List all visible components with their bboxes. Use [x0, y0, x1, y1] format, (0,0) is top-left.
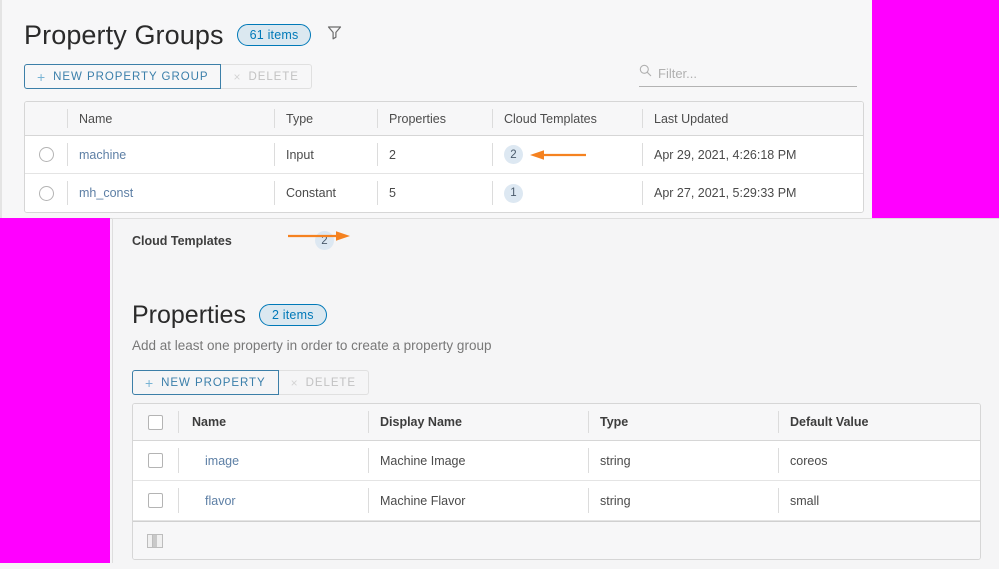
table-header-row: Name Display Name Type Default Value: [133, 404, 980, 441]
close-icon: ×: [233, 69, 242, 84]
row-select-cell: [25, 174, 67, 212]
cell-type: Constant: [274, 174, 377, 212]
delete-label: DELETE: [248, 70, 299, 83]
column-picker-icon[interactable]: [147, 533, 163, 548]
screen-root: Property Groups 61 items + NEW PROPERTY …: [0, 0, 999, 569]
table-row[interactable]: mh_const Constant 5 1 Apr 27, 2021, 5:29…: [25, 174, 863, 212]
table-header-row: Name Type Properties Cloud Templates Las…: [25, 102, 863, 136]
properties-table: Name Display Name Type Default Value ima…: [132, 403, 981, 560]
row-select-cell: [133, 481, 178, 520]
cloud-templates-summary: Cloud Templates 2: [113, 219, 999, 250]
properties-count-badge: 2 items: [258, 304, 327, 326]
table-row[interactable]: machine Input 2 2 Apr 29, 2021, 4:26:18 …: [25, 136, 863, 174]
filter-input[interactable]: [658, 65, 857, 81]
cell-default-value: coreos: [778, 441, 978, 480]
select-column-header: [25, 102, 67, 135]
bottom-background-strip: [0, 563, 999, 569]
cell-display-name: Machine Image: [368, 441, 588, 480]
column-header-type[interactable]: Type: [588, 404, 778, 440]
column-header-last-updated[interactable]: Last Updated: [642, 102, 862, 135]
table-row[interactable]: flavor Machine Flavor string small: [133, 481, 980, 521]
new-property-label: NEW PROPERTY: [161, 376, 266, 389]
cell-type: Input: [274, 136, 377, 173]
property-groups-table: Name Type Properties Cloud Templates Las…: [24, 101, 864, 213]
row-select-cell: [25, 136, 67, 173]
property-group-link[interactable]: machine: [79, 148, 126, 162]
cell-name: mh_const: [67, 174, 274, 212]
column-header-default-value[interactable]: Default Value: [778, 404, 978, 440]
cell-name: flavor: [178, 481, 368, 520]
column-header-name[interactable]: Name: [178, 404, 368, 440]
cell-properties: 2: [377, 136, 492, 173]
table-footer: [133, 521, 980, 559]
property-group-detail-panel: Cloud Templates 2 Properties 2 items Add…: [112, 218, 999, 563]
property-groups-panel: Property Groups 61 items + NEW PROPERTY …: [0, 0, 875, 219]
column-header-cloud-templates[interactable]: Cloud Templates: [492, 102, 642, 135]
cell-properties: 5: [377, 174, 492, 212]
row-radio-button[interactable]: [38, 185, 54, 201]
select-all-checkbox[interactable]: [148, 414, 163, 430]
cell-name: machine: [67, 136, 274, 173]
close-icon: ×: [290, 375, 299, 390]
column-header-name[interactable]: Name: [67, 102, 274, 135]
annotation-arrow-right-icon: [288, 229, 350, 241]
properties-header: Properties 2 items: [113, 250, 999, 330]
page-header: Property Groups 61 items: [2, 0, 874, 52]
new-property-group-button[interactable]: + NEW PROPERTY GROUP: [24, 64, 222, 89]
table-row[interactable]: image Machine Image string coreos: [133, 441, 980, 481]
magenta-occluder-right: [872, 0, 999, 218]
cell-type: string: [588, 481, 778, 520]
select-all-cell: [133, 404, 178, 440]
row-checkbox[interactable]: [148, 493, 163, 508]
search-icon: [639, 64, 652, 82]
plus-icon: +: [37, 68, 47, 85]
magenta-occluder-left: [0, 218, 110, 563]
property-link[interactable]: flavor: [205, 494, 236, 508]
properties-title: Properties: [132, 301, 246, 329]
page-title: Property Groups: [24, 20, 224, 50]
new-property-group-label: NEW PROPERTY GROUP: [53, 70, 209, 83]
properties-action-buttons: + NEW PROPERTY × DELETE: [132, 370, 999, 395]
column-header-display-name[interactable]: Display Name: [368, 404, 588, 440]
funnel-icon[interactable]: [326, 24, 343, 46]
cell-cloud-templates: 1: [492, 174, 642, 212]
column-header-type[interactable]: Type: [274, 102, 377, 135]
cell-type: string: [588, 441, 778, 480]
cell-display-name: Machine Flavor: [368, 481, 588, 520]
cell-last-updated: Apr 29, 2021, 4:26:18 PM: [642, 136, 862, 173]
filter-search-field[interactable]: [639, 64, 857, 87]
cloud-templates-count-badge[interactable]: 1: [504, 183, 523, 203]
cell-name: image: [178, 441, 368, 480]
plus-icon: +: [145, 374, 155, 391]
cell-default-value: small: [778, 481, 978, 520]
items-count-badge: 61 items: [236, 24, 312, 46]
delete-label: DELETE: [305, 376, 357, 389]
row-select-cell: [133, 441, 178, 480]
column-header-properties[interactable]: Properties: [377, 102, 492, 135]
property-link[interactable]: image: [205, 454, 239, 468]
delete-property-group-button[interactable]: × DELETE: [221, 64, 312, 89]
row-radio-button[interactable]: [38, 147, 54, 162]
property-group-link[interactable]: mh_const: [79, 186, 133, 200]
cell-last-updated: Apr 27, 2021, 5:29:33 PM: [642, 174, 862, 212]
cloud-templates-count-badge[interactable]: 2: [504, 145, 523, 164]
delete-property-button[interactable]: × DELETE: [278, 370, 370, 395]
annotation-arrow-left-icon: [530, 148, 586, 160]
row-checkbox[interactable]: [148, 453, 163, 468]
properties-subtitle: Add at least one property in order to cr…: [132, 338, 492, 353]
new-property-button[interactable]: + NEW PROPERTY: [132, 370, 279, 395]
